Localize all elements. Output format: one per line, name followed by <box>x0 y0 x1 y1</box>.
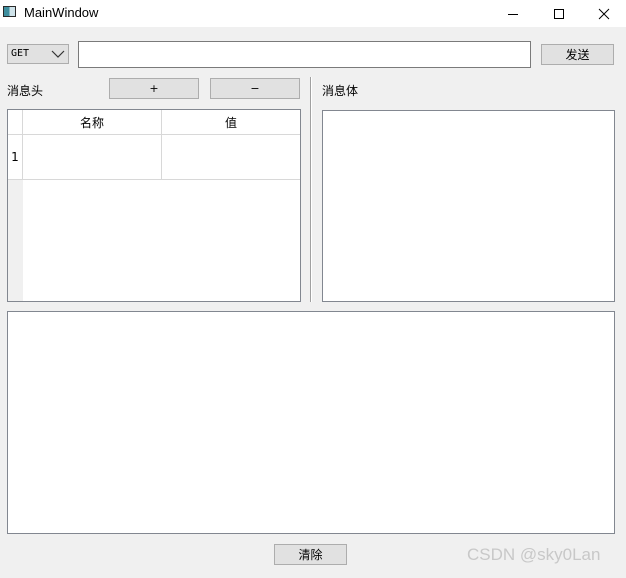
window-title: MainWindow <box>24 5 99 20</box>
row-header-1[interactable]: 1 <box>8 135 23 180</box>
column-header-name-label: 名称 <box>79 115 104 130</box>
body-label: 消息体 <box>322 84 359 98</box>
watermark-text: CSDN @sky0Lan <box>467 545 601 564</box>
add-header-button[interactable]: + <box>109 78 199 99</box>
clear-button-label: 清除 <box>298 548 323 562</box>
row-header-1-label: 1 <box>11 150 19 164</box>
maximize-button[interactable] <box>536 0 582 27</box>
method-select-value: GET <box>11 48 30 59</box>
table-cell-value[interactable] <box>162 135 300 180</box>
column-header-name[interactable]: 名称 <box>23 110 162 135</box>
send-button[interactable]: 发送 <box>541 44 614 65</box>
body-textarea[interactable] <box>322 110 615 302</box>
add-header-button-label: + <box>149 82 159 95</box>
headers-table[interactable]: 名称 值 1 <box>7 109 301 302</box>
close-icon <box>598 8 610 19</box>
main-window: MainWindow GET 发送 消息头 + − 名称 值 1 消息体 清除 … <box>0 0 626 578</box>
splitter-divider[interactable] <box>310 77 312 302</box>
app-window-icon <box>3 6 16 17</box>
clear-button[interactable]: 清除 <box>274 544 347 565</box>
column-header-value-label: 值 <box>224 115 237 130</box>
table-cell-name[interactable] <box>23 135 162 180</box>
method-select[interactable]: GET <box>7 44 69 64</box>
title-bar[interactable]: MainWindow <box>0 0 626 27</box>
close-button[interactable] <box>581 0 626 27</box>
send-button-label: 发送 <box>565 48 590 62</box>
maximize-icon <box>554 8 564 19</box>
minimize-icon <box>508 13 518 15</box>
column-header-value[interactable]: 值 <box>162 110 300 135</box>
headers-label: 消息头 <box>7 84 44 98</box>
remove-header-button[interactable]: − <box>210 78 300 99</box>
minimize-button[interactable] <box>490 0 536 27</box>
response-textarea[interactable] <box>7 311 615 534</box>
table-corner-button[interactable] <box>8 110 23 135</box>
chevron-down-icon <box>51 50 65 58</box>
url-input[interactable] <box>78 41 531 68</box>
remove-header-button-label: − <box>250 82 260 95</box>
